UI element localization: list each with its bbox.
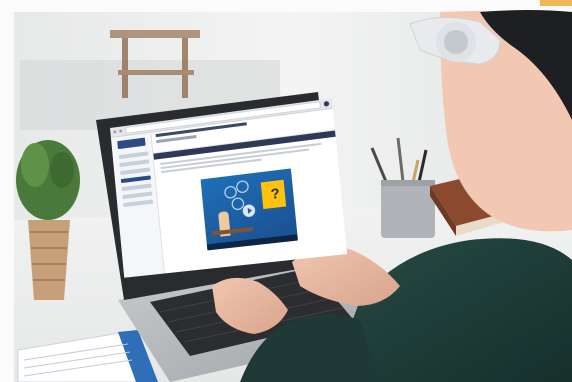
sidebar-item — [122, 191, 153, 200]
lesson-video: ? — [200, 168, 298, 251]
video-controls — [206, 234, 298, 251]
forward-icon — [119, 129, 123, 133]
bubble-icon — [235, 179, 250, 194]
play-icon — [242, 203, 256, 218]
question-mark-icon: ? — [269, 184, 281, 202]
course-content: ? — [151, 108, 347, 275]
sidebar-item — [120, 167, 151, 176]
sidebar-item — [119, 159, 150, 168]
logo — [117, 137, 146, 150]
sidebar-item-active — [120, 175, 151, 184]
avatar — [323, 100, 330, 107]
presenter-desk — [211, 226, 253, 236]
sidebar-item — [121, 183, 152, 192]
back-icon — [113, 130, 117, 134]
laptop-display: ? — [110, 98, 348, 278]
sidebar-item — [118, 151, 149, 160]
sidebar-item — [123, 199, 154, 208]
